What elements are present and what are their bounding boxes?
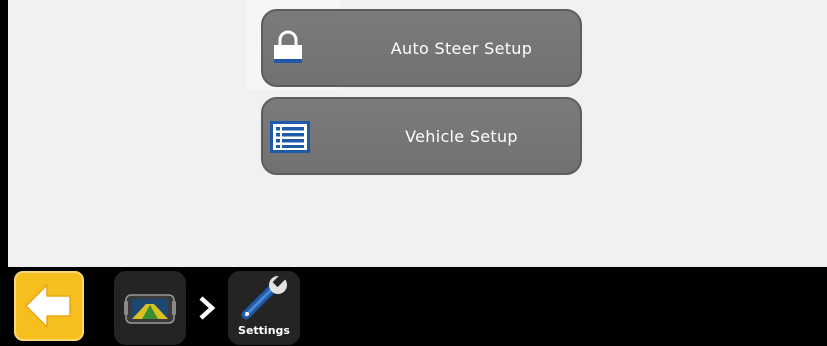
- bottom-nav-bar: Settings: [8, 267, 827, 346]
- back-button[interactable]: [14, 271, 84, 341]
- display-icon: [124, 294, 176, 324]
- chevron-right-icon: [197, 295, 217, 325]
- breadcrumb-settings[interactable]: Settings: [228, 271, 300, 345]
- lock-icon: [268, 30, 308, 70]
- breadcrumb-home[interactable]: [114, 271, 186, 345]
- auto-steer-setup-button[interactable]: Auto Steer Setup: [261, 9, 582, 87]
- list-icon: [268, 118, 312, 158]
- vehicle-setup-label: Vehicle Setup: [405, 126, 518, 146]
- vehicle-setup-button[interactable]: Vehicle Setup: [261, 97, 582, 175]
- back-arrow-icon: [25, 284, 71, 328]
- wrench-icon: [241, 275, 287, 320]
- auto-steer-setup-label: Auto Steer Setup: [390, 38, 533, 58]
- breadcrumb-settings-label: Settings: [238, 324, 290, 337]
